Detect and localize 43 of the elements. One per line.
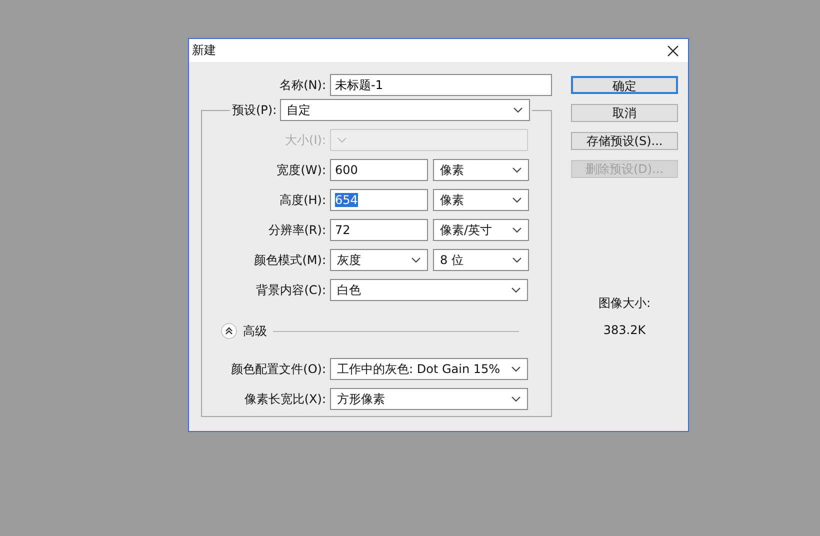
field-label: 分辨率(R): bbox=[267, 222, 326, 238]
chevron-down-icon bbox=[512, 227, 522, 233]
field-label: 颜色模式(M): bbox=[253, 252, 326, 268]
chevron-down-icon bbox=[511, 366, 521, 372]
double-chevron-icon bbox=[224, 326, 234, 336]
chevron-down-icon bbox=[411, 257, 421, 263]
collapse-toggle[interactable] bbox=[221, 323, 237, 339]
window-title: 新建 bbox=[192, 42, 216, 59]
chevron-down-icon bbox=[512, 167, 522, 173]
section-label: 高级 bbox=[243, 322, 267, 340]
chevron-down-icon bbox=[512, 107, 523, 113]
dropdown[interactable]: 白色 bbox=[330, 279, 528, 301]
dropdown[interactable]: 方形像素 bbox=[330, 388, 528, 410]
chevron-down-icon bbox=[511, 396, 521, 402]
chevron-down-icon bbox=[512, 257, 522, 263]
preset-dropdown[interactable]: 自定 bbox=[280, 99, 530, 121]
field-label: 大小(I): bbox=[284, 132, 326, 148]
dialog-button[interactable]: 存储预设(S)... bbox=[571, 132, 678, 150]
unit-dropdown[interactable]: 像素 bbox=[433, 189, 529, 211]
number-field[interactable]: 654 bbox=[330, 189, 428, 211]
dialog-button[interactable]: 取消 bbox=[571, 104, 678, 122]
chevron-down-icon bbox=[511, 287, 521, 293]
field-label: 名称(N): bbox=[278, 76, 326, 94]
field-label: 宽度(W): bbox=[276, 162, 326, 178]
dropdown[interactable]: 工作中的灰色: Dot Gain 15% bbox=[330, 358, 528, 380]
field-label: 预设(P): bbox=[232, 102, 277, 118]
dialog-button[interactable]: 确定 bbox=[571, 76, 678, 94]
field-label: 像素长宽比(X): bbox=[243, 390, 326, 408]
close-icon[interactable] bbox=[667, 44, 679, 56]
mode-dropdown[interactable]: 灰度 bbox=[330, 249, 428, 271]
field-label: 背景内容(C): bbox=[255, 282, 326, 298]
field-label: 高度(H): bbox=[278, 192, 326, 208]
chevron-down-icon bbox=[337, 137, 347, 143]
image-size-value: 383.2K bbox=[603, 323, 646, 337]
number-field[interactable]: 600 bbox=[330, 159, 428, 181]
unit-dropdown[interactable]: 像素 bbox=[433, 159, 529, 181]
name-field[interactable]: 未标题-1 bbox=[330, 74, 552, 96]
image-size-label: 图像大小: bbox=[598, 295, 651, 312]
number-field[interactable]: 72 bbox=[330, 219, 428, 241]
field-label: 颜色配置文件(O): bbox=[230, 360, 326, 378]
chevron-down-icon bbox=[512, 197, 522, 203]
depth-dropdown[interactable]: 8 位 bbox=[433, 249, 529, 271]
unit-dropdown[interactable]: 像素/英寸 bbox=[433, 219, 529, 241]
